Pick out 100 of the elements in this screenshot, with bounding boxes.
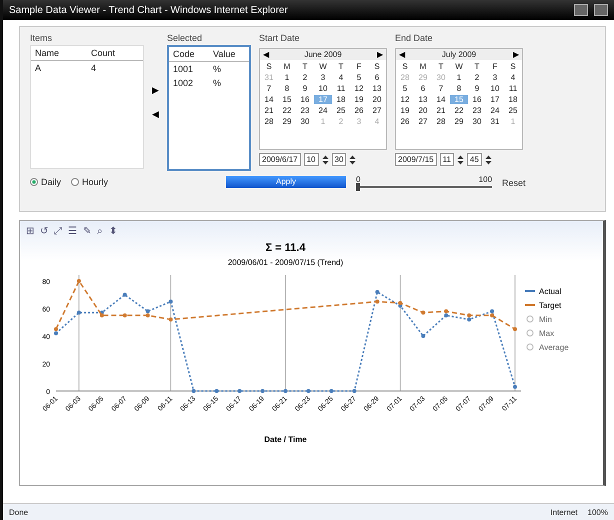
calendar-day[interactable]: 28 — [432, 117, 450, 126]
legend-item[interactable]: Target — [525, 301, 562, 310]
column-header[interactable]: Code — [169, 47, 209, 61]
calendar-day[interactable]: 31 — [486, 117, 504, 126]
calendar-day[interactable]: 11 — [332, 84, 350, 93]
calendar-day[interactable]: 3 — [486, 73, 504, 82]
calendar-day[interactable]: 21 — [260, 106, 278, 115]
calendar-day[interactable]: 29 — [450, 117, 468, 126]
move-button[interactable]: ▶ — [152, 85, 159, 95]
toolbar-button[interactable]: ⌕ — [97, 225, 103, 237]
legend-item[interactable]: Actual — [525, 287, 562, 296]
apply-button[interactable]: Apply — [226, 176, 346, 188]
month-title: July 2009 — [442, 50, 476, 59]
toolbar-button[interactable]: ⤢ — [54, 225, 62, 237]
calendar-day[interactable]: 26 — [350, 106, 368, 115]
calendar-day[interactable]: 29 — [278, 117, 296, 126]
table-cell-text: 1002 — [172, 77, 194, 90]
minute-field[interactable]: 30 — [332, 153, 346, 166]
calendar-day[interactable]: 14 — [432, 95, 450, 104]
weekday-label: M — [418, 62, 428, 71]
calendar-day[interactable]: 11 — [504, 84, 522, 93]
toolbar-button[interactable]: ✎ — [83, 225, 91, 237]
calendar-day[interactable]: 24 — [486, 106, 504, 115]
column-header[interactable]: Value — [209, 47, 249, 61]
weekday-label: W — [454, 62, 464, 71]
calendar-day[interactable]: 18 — [504, 95, 522, 104]
previous-month-button[interactable]: ◀ — [263, 50, 269, 59]
calendar-day[interactable]: 12 — [350, 84, 368, 93]
column-header[interactable]: Count — [87, 46, 143, 60]
calendar-day[interactable]: 12 — [396, 95, 414, 104]
calendar-day[interactable]: 26 — [396, 117, 414, 126]
next-month-button[interactable]: ▶ — [377, 50, 383, 59]
date-field[interactable]: 2009/7/15 — [395, 153, 437, 166]
calendar-day[interactable]: 9 — [296, 84, 314, 93]
calendar-day[interactable]: 23 — [296, 106, 314, 115]
calendar-day[interactable]: 1 — [450, 73, 468, 82]
calendar-day[interactable]: 21 — [432, 106, 450, 115]
hour-field[interactable]: 10 — [304, 153, 318, 166]
calendar-day[interactable]: 20 — [414, 106, 432, 115]
legend-item[interactable]: Average — [526, 343, 569, 352]
calendar-day[interactable]: 22 — [450, 106, 468, 115]
legend-item[interactable]: Min — [526, 315, 552, 324]
previous-month-button[interactable]: ◀ — [399, 50, 405, 59]
calendar-day[interactable]: 16 — [296, 95, 314, 104]
calendar-day[interactable]: 13 — [368, 84, 386, 93]
next-month-button[interactable]: ▶ — [513, 50, 519, 59]
calendar-day[interactable]: 22 — [278, 106, 296, 115]
toolbar-button[interactable]: ☰ — [68, 225, 77, 237]
zoom-text: 100% — [588, 508, 608, 516]
weekday-label: S — [373, 62, 381, 71]
column-header[interactable]: Name — [31, 46, 87, 60]
weekday-label: T — [474, 62, 480, 71]
calendar-day[interactable]: 25 — [332, 106, 350, 115]
hour-field[interactable]: 11 — [440, 153, 454, 166]
toolbar-button[interactable]: ⊞ — [26, 225, 34, 237]
calendar-day[interactable]: 18 — [332, 95, 350, 104]
slider-min-label: 0 — [356, 175, 360, 184]
calendar-day[interactable]: 5 — [350, 73, 368, 82]
calendar-day[interactable]: 20 — [368, 95, 386, 104]
date-field[interactable]: 2009/6/17 — [259, 153, 301, 166]
calendar-day[interactable]: 25 — [504, 106, 522, 115]
calendar-day[interactable]: 30 — [468, 117, 486, 126]
calendar-day[interactable]: 1 — [278, 73, 296, 82]
calendar-day[interactable]: 5 — [396, 84, 414, 93]
calendar-day[interactable]: 7 — [260, 84, 278, 93]
minute-field[interactable]: 45 — [466, 153, 482, 166]
calendar-day[interactable]: 4 — [504, 73, 522, 82]
weekday-label: M — [282, 62, 292, 71]
toolbar-button[interactable]: ↺ — [40, 225, 48, 237]
calendar-day[interactable]: 2 — [296, 73, 314, 82]
calendar-day[interactable]: 28 — [260, 117, 278, 126]
calendar-day[interactable]: 6 — [368, 73, 386, 82]
toolbar-button[interactable]: ⬍ — [109, 225, 117, 237]
calendar-day[interactable]: 2 — [468, 73, 486, 82]
calendar-day[interactable]: 17 — [486, 95, 504, 104]
calendar-day[interactable]: 24 — [314, 106, 332, 115]
calendar-day[interactable]: 23 — [468, 106, 486, 115]
calendar-day[interactable]: 8 — [278, 84, 296, 93]
calendar-day[interactable]: 3 — [314, 73, 332, 82]
calendar-day[interactable]: 10 — [314, 84, 332, 93]
calendar-day[interactable]: 13 — [414, 95, 432, 104]
weekday-label: T — [302, 62, 308, 71]
calendar-day[interactable]: 14 — [260, 95, 278, 104]
calendar-day[interactable]: 10 — [486, 84, 504, 93]
calendar-day[interactable]: 19 — [350, 95, 368, 104]
calendar-day[interactable]: 9 — [468, 84, 486, 93]
calendar-day[interactable]: 16 — [468, 95, 486, 104]
reset-link[interactable]: Reset — [502, 178, 526, 188]
calendar-day[interactable]: 30 — [296, 117, 314, 126]
calendar-day[interactable]: 8 — [450, 84, 468, 93]
move-button[interactable]: ◀ — [152, 109, 159, 119]
legend-item[interactable]: Max — [526, 329, 554, 338]
calendar-day[interactable]: 19 — [396, 106, 414, 115]
calendar-day[interactable]: 6 — [414, 84, 432, 93]
calendar-day[interactable]: 27 — [414, 117, 432, 126]
calendar-day[interactable]: 15 — [278, 95, 296, 104]
calendar-day[interactable]: 4 — [332, 73, 350, 82]
status-text: Done — [9, 508, 28, 516]
calendar-day[interactable]: 27 — [368, 106, 386, 115]
calendar-day[interactable]: 7 — [432, 84, 450, 93]
